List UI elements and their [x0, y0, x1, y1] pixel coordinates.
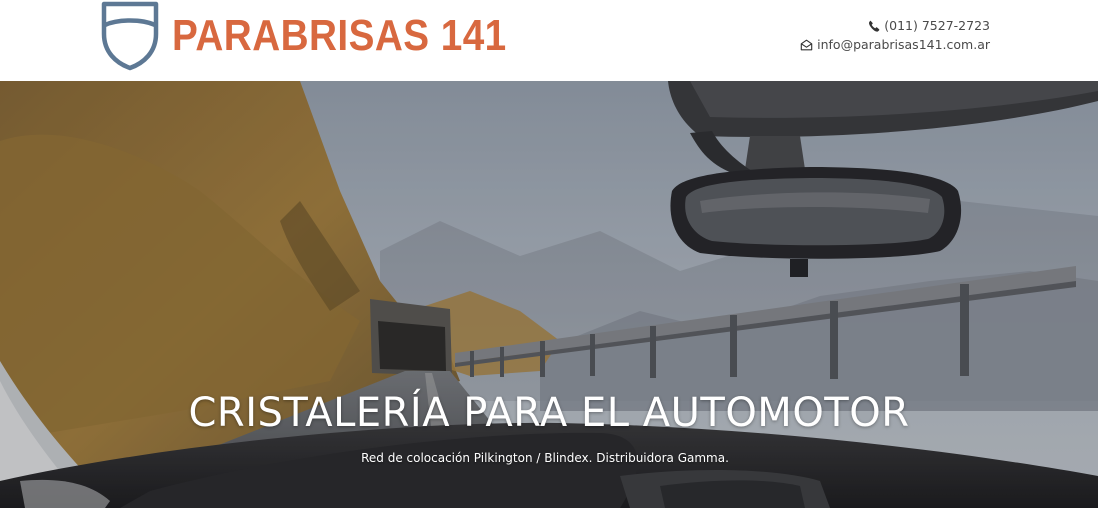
- envelope-open-icon: [800, 39, 813, 50]
- contact-info: (011) 7527-2723 info@parabrisas141.com.a…: [800, 16, 990, 54]
- hero-overlay: [0, 81, 1098, 508]
- shield-logo-icon: [101, 1, 159, 71]
- brand-logo-link[interactable]: PARABRISAS 141: [100, 0, 552, 72]
- phone-line: (011) 7527-2723: [800, 16, 990, 35]
- email-link[interactable]: info@parabrisas141.com.ar: [817, 35, 990, 54]
- brand-name: PARABRISAS 141: [172, 11, 507, 60]
- phone-link[interactable]: (011) 7527-2723: [884, 16, 990, 35]
- site-header: PARABRISAS 141 (011) 7527-2723 info@para…: [0, 0, 1098, 80]
- hero-title: CRISTALERÍA PARA EL AUTOMOTOR: [188, 390, 910, 436]
- hero-banner: CRISTALERÍA PARA EL AUTOMOTOR Red de col…: [0, 81, 1098, 508]
- hero-subtitle: Red de colocación Pilkington / Blindex. …: [361, 451, 729, 465]
- email-line: info@parabrisas141.com.ar: [800, 35, 990, 54]
- phone-icon: [869, 20, 880, 32]
